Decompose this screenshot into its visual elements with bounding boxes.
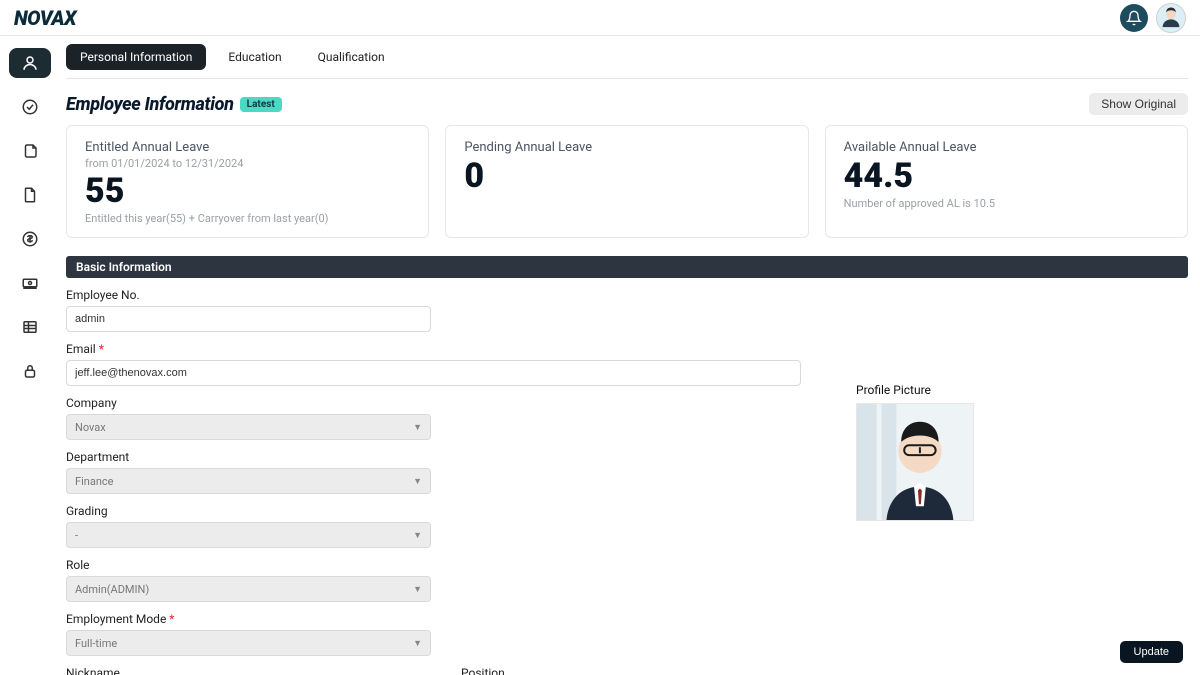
company-select: Novax▼ xyxy=(66,414,431,440)
label-nickname: Nickname xyxy=(66,666,431,675)
file-icon xyxy=(21,186,39,204)
card-value: 44.5 xyxy=(844,159,1169,193)
sidebar-item-reports[interactable] xyxy=(9,312,51,342)
sidebar-item-documents[interactable] xyxy=(9,136,51,166)
person-icon xyxy=(21,54,39,72)
dollar-icon xyxy=(21,230,39,248)
chevron-down-icon: ▼ xyxy=(413,584,422,595)
sidebar xyxy=(0,36,60,675)
card-value: 55 xyxy=(85,174,410,208)
tab-personal-information[interactable]: Personal Information xyxy=(66,44,206,70)
card-value: 0 xyxy=(464,159,789,193)
label-role: Role xyxy=(66,558,816,572)
employment-mode-select: Full-time▼ xyxy=(66,630,431,656)
card-subtext: Entitled this year(55) + Carryover from … xyxy=(85,212,410,225)
sidebar-item-approvals[interactable] xyxy=(9,92,51,122)
chevron-down-icon: ▼ xyxy=(413,422,422,433)
page-title: Employee Information xyxy=(66,94,234,115)
update-button[interactable]: Update xyxy=(1120,641,1183,663)
check-circle-icon xyxy=(21,98,39,116)
profile-photo-icon xyxy=(857,403,973,521)
label-profile-picture: Profile Picture xyxy=(856,383,1188,397)
show-original-button[interactable]: Show Original xyxy=(1089,93,1188,115)
tabs: Personal Information Education Qualifica… xyxy=(66,36,1188,79)
card-title: Entitled Annual Leave xyxy=(85,140,410,155)
notifications-button[interactable] xyxy=(1120,4,1148,32)
chevron-down-icon: ▼ xyxy=(413,530,422,541)
table-icon xyxy=(21,318,39,336)
label-position: Position xyxy=(461,666,816,675)
avatar-icon xyxy=(1157,3,1185,33)
chevron-down-icon: ▼ xyxy=(413,638,422,649)
card-entitled-leave: Entitled Annual Leave from 01/01/2024 to… xyxy=(66,125,429,238)
label-employee-no: Employee No. xyxy=(66,288,816,302)
label-company: Company xyxy=(66,396,816,410)
copy-icon xyxy=(21,142,39,160)
tab-qualification[interactable]: Qualification xyxy=(304,44,399,70)
section-header-basic: Basic Information xyxy=(66,256,1188,278)
sidebar-item-file[interactable] xyxy=(9,180,51,210)
grading-select: -▼ xyxy=(66,522,431,548)
brand-logo: NOVAX xyxy=(14,6,76,30)
label-grading: Grading xyxy=(66,504,816,518)
sidebar-item-personal[interactable] xyxy=(9,48,51,78)
chevron-down-icon: ▼ xyxy=(413,476,422,487)
department-select: Finance▼ xyxy=(66,468,431,494)
status-badge: Latest xyxy=(240,97,282,112)
bell-icon xyxy=(1126,10,1142,26)
label-email: Email * xyxy=(66,342,816,356)
label-employment-mode: Employment Mode * xyxy=(66,612,816,626)
sidebar-item-payroll[interactable] xyxy=(9,224,51,254)
card-available-leave: Available Annual Leave 44.5 Number of ap… xyxy=(825,125,1188,238)
lock-icon xyxy=(21,362,39,380)
profile-picture[interactable] xyxy=(856,403,974,521)
card-subtext: Number of approved AL is 10.5 xyxy=(844,197,1169,210)
card-subtext: from 01/01/2024 to 12/31/2024 xyxy=(85,157,410,170)
card-pending-leave: Pending Annual Leave 0 xyxy=(445,125,808,238)
employee-no-input[interactable] xyxy=(66,306,431,332)
sidebar-item-cash[interactable] xyxy=(9,268,51,298)
sidebar-item-security[interactable] xyxy=(9,356,51,386)
card-title: Available Annual Leave xyxy=(844,140,1169,155)
tab-education[interactable]: Education xyxy=(214,44,295,70)
card-title: Pending Annual Leave xyxy=(464,140,789,155)
email-input[interactable] xyxy=(66,360,801,386)
role-select: Admin(ADMIN)▼ xyxy=(66,576,431,602)
label-department: Department xyxy=(66,450,816,464)
user-avatar[interactable] xyxy=(1156,3,1186,33)
cash-icon xyxy=(21,274,39,292)
